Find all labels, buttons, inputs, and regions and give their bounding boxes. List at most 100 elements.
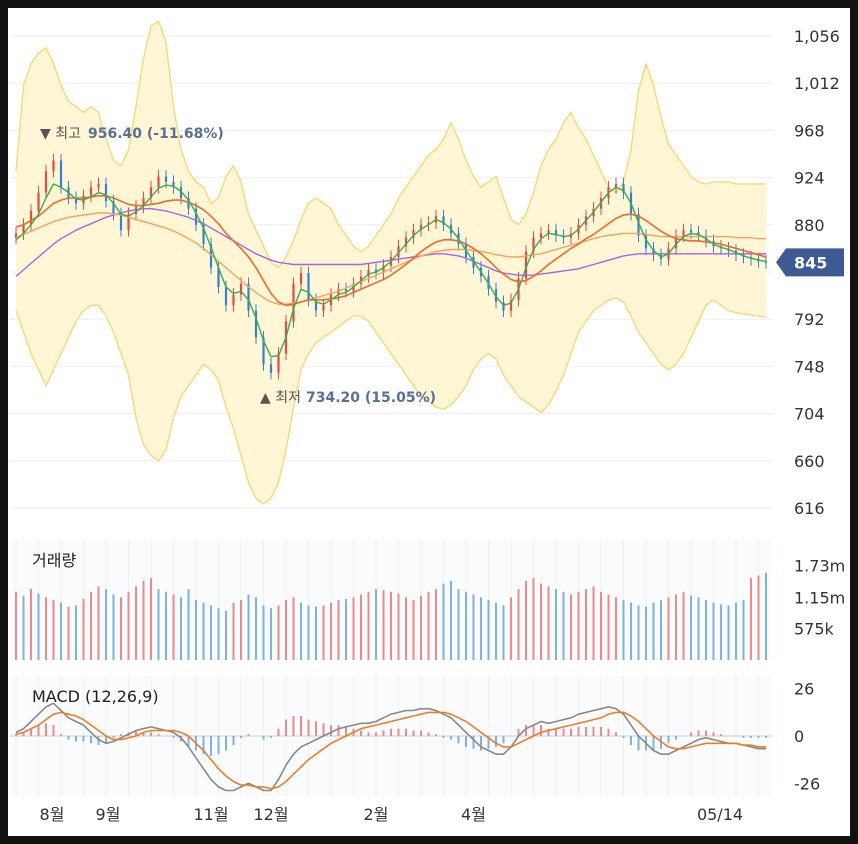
month-label: 05/14	[697, 805, 743, 824]
volume-bar	[105, 589, 107, 660]
volume-tick-label: 575k	[794, 620, 835, 639]
volume-bar	[150, 578, 152, 660]
macd-histogram-bar	[675, 736, 677, 740]
volume-bar	[22, 595, 25, 660]
volume-bar	[247, 594, 250, 660]
volume-bar	[397, 593, 400, 660]
macd-histogram-bar	[450, 736, 452, 740]
candle-body	[97, 184, 100, 188]
macd-tick-label: -26	[794, 774, 820, 793]
volume-bar	[75, 605, 77, 660]
volume-tick-label: 1.15m	[794, 588, 845, 607]
volume-bar	[202, 602, 205, 660]
volume-bar	[60, 602, 62, 660]
macd-histogram-bar	[720, 734, 722, 736]
volume-bar	[607, 594, 610, 660]
macd-histogram-bar	[247, 734, 250, 736]
macd-histogram-bar	[90, 736, 92, 744]
macd-tick-label: 26	[794, 680, 814, 699]
macd-histogram-bar	[75, 736, 77, 742]
stock-chart-svg: 1,056 1,012 968 924 880 792 748 704 660 616 845 ▼ 최…	[10, 20, 845, 824]
volume-bar	[112, 594, 115, 660]
volume-bar	[727, 605, 730, 660]
volume-bar	[337, 600, 340, 660]
volume-bar	[517, 589, 520, 660]
candle-body	[307, 273, 310, 300]
volume-bar	[577, 591, 580, 660]
candle-body	[269, 364, 273, 373]
volume-bar	[667, 597, 670, 660]
volume-bar	[705, 600, 707, 660]
macd-histogram-bar	[742, 736, 745, 738]
candle-body	[89, 187, 93, 196]
macd-histogram-bar	[232, 736, 235, 746]
candle-body	[224, 287, 228, 306]
volume-bar	[457, 589, 460, 660]
macd-histogram-bar	[622, 736, 625, 738]
volume-bar	[127, 591, 130, 660]
volume-bar	[375, 589, 377, 660]
macd-histogram-bar	[442, 736, 445, 738]
high-annotation-prefix: ▼ 최고	[40, 126, 81, 142]
macd-histogram-bar	[397, 728, 400, 736]
candle-body	[689, 230, 693, 233]
price-tick-label: 1,012	[794, 74, 840, 93]
macd-histogram-bar	[412, 730, 415, 736]
macd-histogram-bar	[712, 732, 715, 736]
volume-title: 거래량	[32, 551, 76, 570]
volume-bar	[585, 589, 587, 660]
volume-bar	[412, 600, 415, 660]
volume-bar	[157, 589, 160, 660]
macd-histogram-bar	[562, 728, 565, 736]
volume-bar	[690, 595, 692, 660]
volume-bar	[270, 608, 272, 660]
macd-histogram-bar	[427, 732, 430, 736]
volume-bar	[15, 591, 17, 660]
macd-histogram-bar	[225, 736, 227, 751]
volume-bar	[675, 594, 677, 660]
volume-bar	[525, 580, 527, 660]
volume-bar	[300, 602, 302, 660]
volume-bar	[382, 590, 385, 660]
macd-histogram-bar	[615, 732, 617, 736]
macd-histogram-bar	[45, 723, 47, 736]
macd-histogram-bar	[592, 726, 595, 736]
price-tick-label: 792	[794, 310, 825, 329]
volume-bar	[630, 602, 632, 660]
candle-body	[322, 305, 325, 311]
volume-bar	[765, 572, 767, 660]
volume-bar	[480, 597, 482, 660]
candle-body	[119, 214, 123, 231]
volume-bar	[307, 605, 310, 660]
volume-bar	[712, 602, 715, 660]
volume-bar	[367, 591, 370, 660]
low-annotation-value: 734.20 (15.05%)	[306, 390, 436, 406]
volume-bar	[45, 597, 47, 660]
macd-histogram-bar	[420, 730, 422, 736]
macd-histogram-bar	[382, 730, 385, 736]
macd-histogram-bar	[82, 736, 85, 742]
price-tick-label: 704	[794, 405, 825, 424]
macd-histogram-bar	[600, 726, 602, 736]
macd-histogram-bar	[67, 736, 70, 740]
volume-bar	[645, 606, 647, 660]
current-price-label: 845	[794, 253, 827, 272]
volume-bar	[697, 597, 700, 660]
volume-bar	[345, 598, 347, 660]
macd-histogram-bar	[540, 725, 542, 736]
volume-bar	[262, 605, 265, 660]
volume-bar	[277, 605, 280, 660]
macd-histogram-bar	[532, 725, 535, 736]
volume-bar	[82, 598, 85, 660]
macd-tick-label: 0	[794, 727, 804, 746]
volume-bar	[97, 586, 100, 660]
price-tick-label: 924	[794, 169, 825, 188]
volume-bar	[660, 600, 662, 660]
volume-bar	[67, 606, 70, 660]
volume-bar	[465, 591, 467, 660]
volume-bar	[720, 604, 722, 660]
macd-histogram-bar	[375, 732, 377, 736]
volume-bar	[30, 589, 32, 660]
volume-bar	[330, 602, 332, 660]
volume-bar	[217, 608, 220, 660]
